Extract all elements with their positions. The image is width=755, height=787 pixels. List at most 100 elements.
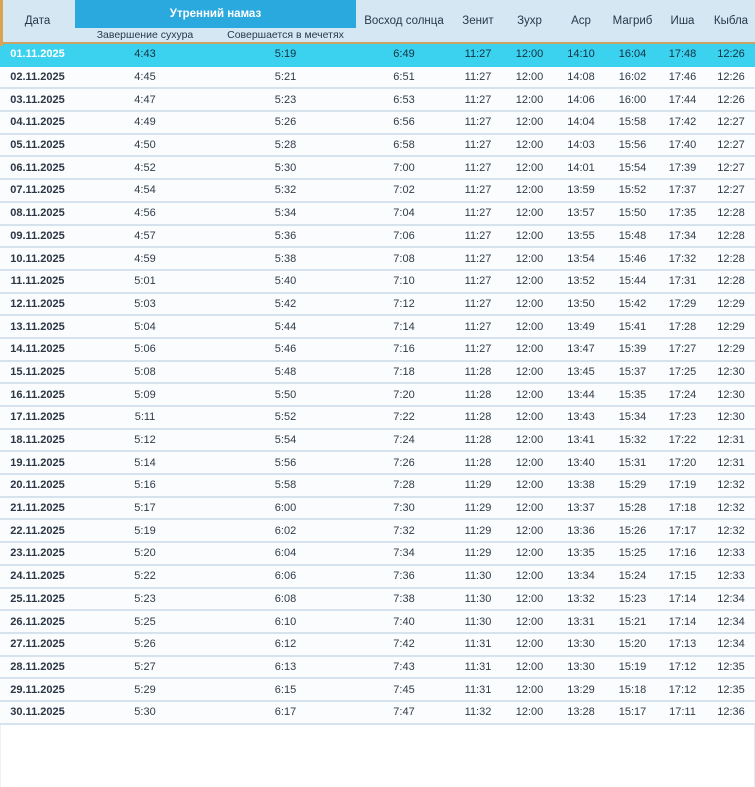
row-suhoor-end: 5:09: [134, 388, 156, 401]
table-row[interactable]: 20.11.2025 5:16 5:58 7:28 11:29 12:00 13…: [0, 475, 755, 498]
row-isha: 17:46: [668, 71, 697, 84]
row-asr: 14:03: [567, 139, 595, 152]
table-row[interactable]: 19.11.2025 5:14 5:56 7:26 11:28 12:00 13…: [0, 452, 755, 476]
table-row[interactable]: 14.11.2025 5:06 5:46 7:16 11:27 12:00 13…: [0, 338, 755, 362]
table-row[interactable]: 06.11.2025 4:52 5:30 7:00 11:27 12:00 14…: [0, 157, 755, 181]
row-isha: 17:12: [668, 683, 697, 696]
row-maghrib: 15:24: [618, 570, 647, 583]
row-isha: 17:37: [668, 184, 697, 197]
row-mosque-time: 5:50: [274, 388, 297, 401]
row-isha: 17:34: [668, 229, 697, 242]
row-asr: 13:28: [567, 706, 595, 719]
row-zenith: 11:31: [464, 638, 492, 651]
row-date: 11.11.2025: [10, 275, 65, 288]
row-qibla: 12:27: [717, 184, 745, 197]
table-row[interactable]: 13.11.2025 5:04 5:44 7:14 11:27 12:00 13…: [0, 316, 755, 339]
row-zenith: 11:28: [464, 411, 492, 424]
row-sunrise: 7:47: [393, 706, 415, 719]
table-row[interactable]: 22.11.2025 5:19 6:02 7:32 11:29 12:00 13…: [0, 520, 755, 544]
row-sunrise: 7:26: [393, 456, 415, 469]
table-row[interactable]: 26.11.2025 5:25 6:10 7:40 11:30 12:00 13…: [0, 611, 755, 634]
row-asr: 13:31: [567, 615, 595, 628]
row-date: 17.11.2025: [10, 411, 65, 424]
row-maghrib: 15:52: [618, 184, 647, 197]
row-mosque-time: 5:38: [274, 252, 297, 265]
table-row[interactable]: 12.11.2025 5:03 5:42 7:12 11:27 12:00 13…: [0, 293, 755, 317]
row-isha: 17:23: [668, 411, 697, 424]
table-row[interactable]: 28.11.2025 5:27 6:13 7:43 11:31 12:00 13…: [0, 656, 755, 680]
table-row[interactable]: 30.11.2025 5:30 6:17 7:47 11:32 12:00 13…: [0, 701, 755, 725]
table-row[interactable]: 07.11.2025 4:54 5:32 7:02 11:27 12:00 13…: [0, 180, 755, 203]
morning-prayer-group-header: Утренний намаз: [75, 0, 356, 28]
table-row[interactable]: 09.11.2025 4:57 5:36 7:06 11:27 12:00 13…: [0, 225, 755, 249]
row-qibla: 12:29: [717, 297, 745, 310]
table-row[interactable]: 21.11.2025 5:17 6:00 7:30 11:29 12:00 13…: [0, 497, 755, 521]
table-row[interactable]: 29.11.2025 5:29 6:15 7:45 11:31 12:00 13…: [0, 679, 755, 702]
row-suhoor-end: 5:12: [134, 434, 156, 447]
row-date: 07.11.2025: [10, 184, 65, 197]
row-asr: 14:10: [567, 48, 595, 61]
row-date: 04.11.2025: [10, 116, 65, 129]
row-qibla: 12:30: [717, 365, 745, 378]
table-row[interactable]: 10.11.2025 4:59 5:38 7:08 11:27 12:00 13…: [0, 248, 755, 271]
row-qibla: 12:32: [717, 479, 745, 492]
row-asr: 13:49: [567, 320, 595, 333]
table-row[interactable]: 23.11.2025 5:20 6:04 7:34 11:29 12:00 13…: [0, 543, 755, 566]
row-mosque-time: 5:58: [274, 479, 297, 492]
row-sunrise: 7:16: [393, 343, 415, 356]
table-row[interactable]: 08.11.2025 4:56 5:34 7:04 11:27 12:00 13…: [0, 202, 755, 226]
column-group-morning-prayer: Утренний намаз Завершение сухура Соверша…: [75, 0, 356, 42]
row-zenith: 11:27: [464, 116, 492, 129]
row-zenith: 11:27: [464, 207, 492, 220]
row-zuhr: 12:00: [515, 275, 544, 288]
row-zenith: 11:28: [464, 388, 492, 401]
row-date: 10.11.2025: [10, 252, 65, 265]
row-qibla: 12:35: [717, 683, 745, 696]
row-zenith: 11:28: [464, 365, 492, 378]
column-header-zuhr: Зухр: [517, 15, 542, 27]
table-row[interactable]: 04.11.2025 4:49 5:26 6:56 11:27 12:00 14…: [0, 112, 755, 135]
row-zuhr: 12:00: [515, 207, 544, 220]
row-date: 03.11.2025: [10, 93, 65, 106]
prayer-times-table: Дата Утренний намаз Завершение сухура Со…: [0, 0, 755, 787]
row-zuhr: 12:00: [515, 343, 544, 356]
table-row[interactable]: 11.11.2025 5:01 5:40 7:10 11:27 12:00 13…: [0, 270, 755, 294]
row-sunrise: 7:04: [393, 207, 415, 220]
row-isha: 17:15: [668, 570, 697, 583]
row-date: 25.11.2025: [10, 592, 65, 605]
row-suhoor-end: 5:27: [134, 660, 156, 673]
row-zuhr: 12:00: [515, 71, 544, 84]
table-row[interactable]: 05.11.2025 4:50 5:28 6:58 11:27 12:00 14…: [0, 134, 755, 158]
table-row[interactable]: 18.11.2025 5:12 5:54 7:24 11:28 12:00 13…: [0, 429, 755, 453]
row-mosque-time: 6:08: [274, 592, 297, 605]
row-mosque-time: 5:21: [274, 71, 297, 84]
table-row[interactable]: 02.11.2025 4:45 5:21 6:51 11:27 12:00 14…: [0, 66, 755, 90]
row-zuhr: 12:00: [515, 502, 544, 515]
row-sunrise: 6:51: [393, 71, 415, 84]
row-date: 01.11.2025: [10, 48, 65, 61]
table-row[interactable]: 25.11.2025 5:23 6:08 7:38 11:30 12:00 13…: [0, 588, 755, 612]
row-maghrib: 15:29: [618, 479, 647, 492]
row-date: 15.11.2025: [10, 365, 65, 378]
table-row[interactable]: 15.11.2025 5:08 5:48 7:18 11:28 12:00 13…: [0, 361, 755, 385]
row-asr: 13:45: [567, 365, 595, 378]
row-mosque-time: 5:52: [274, 411, 297, 424]
table-row[interactable]: 16.11.2025 5:09 5:50 7:20 11:28 12:00 13…: [0, 384, 755, 407]
row-maghrib: 15:19: [618, 660, 647, 673]
row-maghrib: 16:04: [618, 48, 647, 61]
table-row[interactable]: 01.11.2025 4:43 5:19 6:49 11:27 12:00 14…: [0, 44, 755, 67]
row-sunrise: 7:32: [393, 524, 415, 537]
column-header-qibla: Кыбла: [713, 15, 749, 27]
table-row[interactable]: 24.11.2025 5:22 6:06 7:36 11:30 12:00 13…: [0, 565, 755, 589]
row-zenith: 11:27: [464, 343, 492, 356]
table-row[interactable]: 27.11.2025 5:26 6:12 7:42 11:31 12:00 13…: [0, 633, 755, 657]
row-zenith: 11:27: [464, 93, 492, 106]
row-sunrise: 7:22: [393, 411, 415, 424]
table-row[interactable]: 17.11.2025 5:11 5:52 7:22 11:28 12:00 13…: [0, 407, 755, 430]
row-suhoor-end: 4:56: [134, 207, 156, 220]
row-maghrib: 15:31: [618, 456, 647, 469]
table-row[interactable]: 03.11.2025 4:47 5:23 6:53 11:27 12:00 14…: [0, 89, 755, 113]
row-qibla: 12:28: [717, 275, 745, 288]
row-suhoor-end: 4:57: [134, 229, 156, 242]
row-mosque-time: 5:34: [274, 207, 297, 220]
